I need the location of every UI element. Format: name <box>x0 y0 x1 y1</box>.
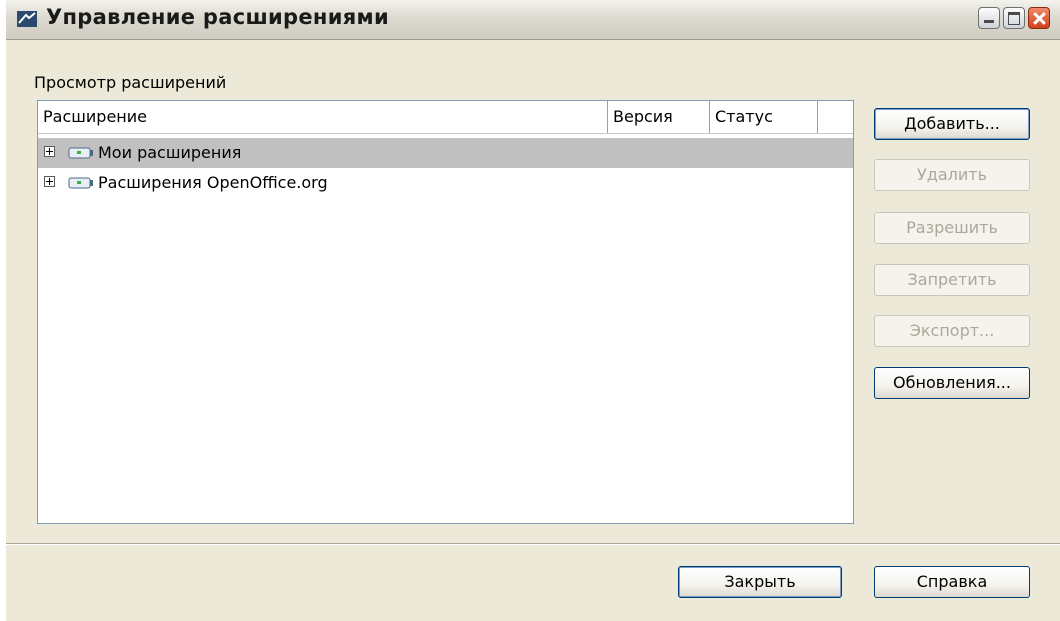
export-button[interactable]: Экспорт... <box>874 315 1030 347</box>
app-icon <box>17 11 37 27</box>
list-header: Расширение Версия Статус <box>38 101 853 134</box>
extension-manager-window: Управление расширениями Просмотр расшире… <box>6 0 1060 621</box>
list-item-label: Мои расширения <box>98 143 242 162</box>
close-button[interactable]: Закрыть <box>678 566 842 598</box>
extensions-list-label: Просмотр расширений <box>34 73 227 92</box>
column-header-extension[interactable]: Расширение <box>38 101 608 133</box>
extension-package-icon <box>68 147 93 159</box>
help-button[interactable]: Справка <box>874 566 1030 598</box>
title-bar[interactable]: Управление расширениями <box>6 0 1060 40</box>
column-header-version[interactable]: Версия <box>608 101 710 133</box>
extensions-list[interactable]: Расширение Версия Статус Мои расширения … <box>37 100 854 524</box>
minimize-icon[interactable] <box>978 7 1000 29</box>
window-title: Управление расширениями <box>46 5 390 29</box>
close-icon[interactable] <box>1028 7 1050 29</box>
column-header-status[interactable]: Статус <box>710 101 818 133</box>
expand-icon[interactable] <box>44 146 55 157</box>
enable-button[interactable]: Разрешить <box>874 212 1030 244</box>
disable-button[interactable]: Запретить <box>874 264 1030 296</box>
updates-button[interactable]: Обновления... <box>874 367 1030 399</box>
extension-package-icon <box>68 177 93 189</box>
expand-icon[interactable] <box>44 176 55 187</box>
separator <box>6 543 1060 545</box>
add-button[interactable]: Добавить... <box>874 108 1030 140</box>
list-item[interactable]: Расширения OpenOffice.org <box>38 168 853 198</box>
remove-button[interactable]: Удалить <box>874 159 1030 191</box>
maximize-icon[interactable] <box>1003 7 1025 29</box>
list-item[interactable]: Мои расширения <box>38 138 853 168</box>
list-item-label: Расширения OpenOffice.org <box>98 173 328 192</box>
